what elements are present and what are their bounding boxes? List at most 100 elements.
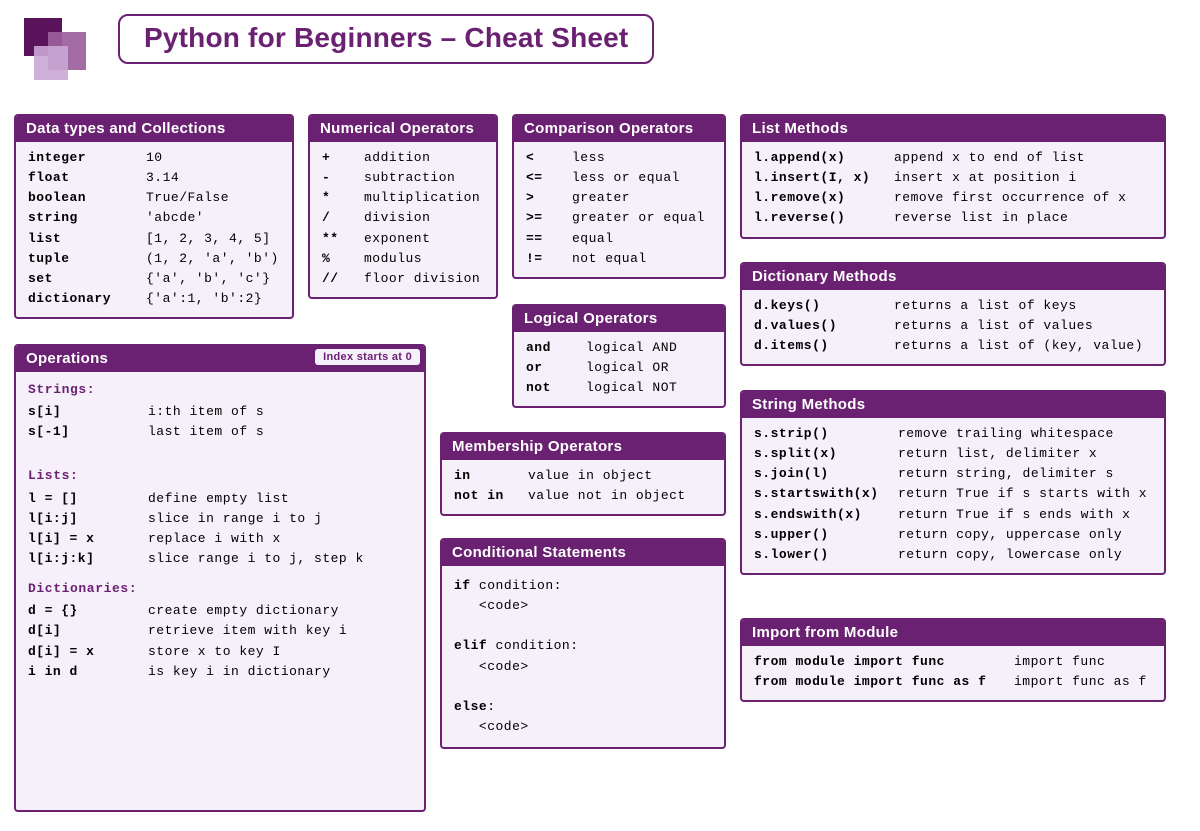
row-key: <= [526,168,572,188]
row-value: logical AND [586,338,677,358]
card-comparison-operators: Comparison Operators <less<=less or equa… [512,114,726,279]
row-key: < [526,148,572,168]
row-value: slice in range i to j [148,509,322,529]
card-header: Data types and Collections [16,116,292,142]
row: d.values()returns a list of values [754,316,1154,336]
row-key: / [322,208,364,228]
row: l[i:j:k]slice range i to j, step k [28,549,414,569]
row-key: s.split(x) [754,444,898,464]
row-value: less or equal [572,168,680,188]
row-value: last item of s [148,422,264,442]
row-key: in [454,466,528,486]
row: andlogical AND [526,338,714,358]
card-logical-operators: Logical Operators andlogical ANDorlogica… [512,304,726,408]
card-membership-operators: Membership Operators invalue in objectno… [440,432,726,516]
row-key: or [526,358,586,378]
row: integer10 [28,148,282,168]
row-value: returns a list of (key, value) [894,336,1143,356]
row-key: == [526,229,572,249]
row-key: s[-1] [28,422,148,442]
row: d[i] = xstore x to key I [28,642,414,662]
row-value: logical OR [586,358,669,378]
row: float3.14 [28,168,282,188]
row: l.remove(x)remove first occurrence of x [754,188,1154,208]
row: s.startswith(x)return True if s starts w… [754,484,1154,504]
row-value: addition [364,148,430,168]
card-badge-index: Index starts at 0 [315,349,420,365]
row: l[i:j]slice in range i to j [28,509,414,529]
row: d = {}create empty dictionary [28,601,414,621]
row: <less [526,148,714,168]
row-key: >= [526,208,572,228]
row-value: define empty list [148,489,289,509]
row-key: not [526,378,586,398]
row-key: l[i:j:k] [28,549,148,569]
row-value: exponent [364,229,430,249]
row: //floor division [322,269,486,289]
card-header: String Methods [742,392,1164,418]
row-key: d[i] = x [28,642,148,662]
row-key: // [322,269,364,289]
row-value: less [572,148,605,168]
row-value: 'abcde' [146,208,204,228]
row-key: float [28,168,146,188]
row-key: d[i] [28,621,148,641]
row: s[i]i:th item of s [28,402,414,422]
row: -subtraction [322,168,486,188]
row: <=less or equal [526,168,714,188]
row-key: i in d [28,662,148,682]
row-value: retrieve item with key i [148,621,347,641]
code-line: elif condition: [454,636,714,656]
card-conditional-statements: Conditional Statements if condition: <co… [440,538,726,749]
row-key: ** [322,229,364,249]
row-key: d.keys() [754,296,894,316]
row: *multiplication [322,188,486,208]
row-value: value not in object [528,486,686,506]
row-key: integer [28,148,146,168]
row-value: is key i in dictionary [148,662,331,682]
row-value: returns a list of values [894,316,1093,336]
row: not invalue not in object [454,486,714,506]
card-list-methods: List Methods l.append(x)append x to end … [740,114,1166,239]
row: s.lower()return copy, lowercase only [754,545,1154,565]
row-key: > [526,188,572,208]
row-value: greater or equal [572,208,705,228]
code-line: <code> [454,657,714,677]
row: d.items()returns a list of (key, value) [754,336,1154,356]
row-key: s.strip() [754,424,898,444]
row-key: l = [] [28,489,148,509]
row-value: import func [1014,652,1105,672]
row: **exponent [322,229,486,249]
row-value: value in object [528,466,653,486]
row-key: s.startswith(x) [754,484,898,504]
row-key: l.append(x) [754,148,894,168]
section-title: Lists: [28,466,414,486]
row-value: return True if s ends with x [898,505,1130,525]
row-value: reverse list in place [894,208,1068,228]
row-key: s[i] [28,402,148,422]
row: >=greater or equal [526,208,714,228]
card-header: Import from Module [742,620,1164,646]
row-value: slice range i to j, step k [148,549,364,569]
row-key: string [28,208,146,228]
row: dictionary{'a':1, 'b':2} [28,289,282,309]
row: s.split(x)return list, delimiter x [754,444,1154,464]
card-header: Dictionary Methods [742,264,1164,290]
card-import-from-module: Import from Module from module import fu… [740,618,1166,702]
row-value: store x to key I [148,642,281,662]
row-value: {'a':1, 'b':2} [146,289,262,309]
row-value: remove trailing whitespace [898,424,1114,444]
row-value: floor division [364,269,480,289]
row-value: 3.14 [146,168,179,188]
row-value: import func as f [1014,672,1147,692]
row-key: + [322,148,364,168]
row: /division [322,208,486,228]
row-value: return copy, lowercase only [898,545,1122,565]
row-key: d.values() [754,316,894,336]
row: s.join(l)return string, delimiter s [754,464,1154,484]
row: l.reverse()reverse list in place [754,208,1154,228]
row: l = []define empty list [28,489,414,509]
row-value: return string, delimiter s [898,464,1114,484]
row-value: modulus [364,249,422,269]
row-key: l[i:j] [28,509,148,529]
